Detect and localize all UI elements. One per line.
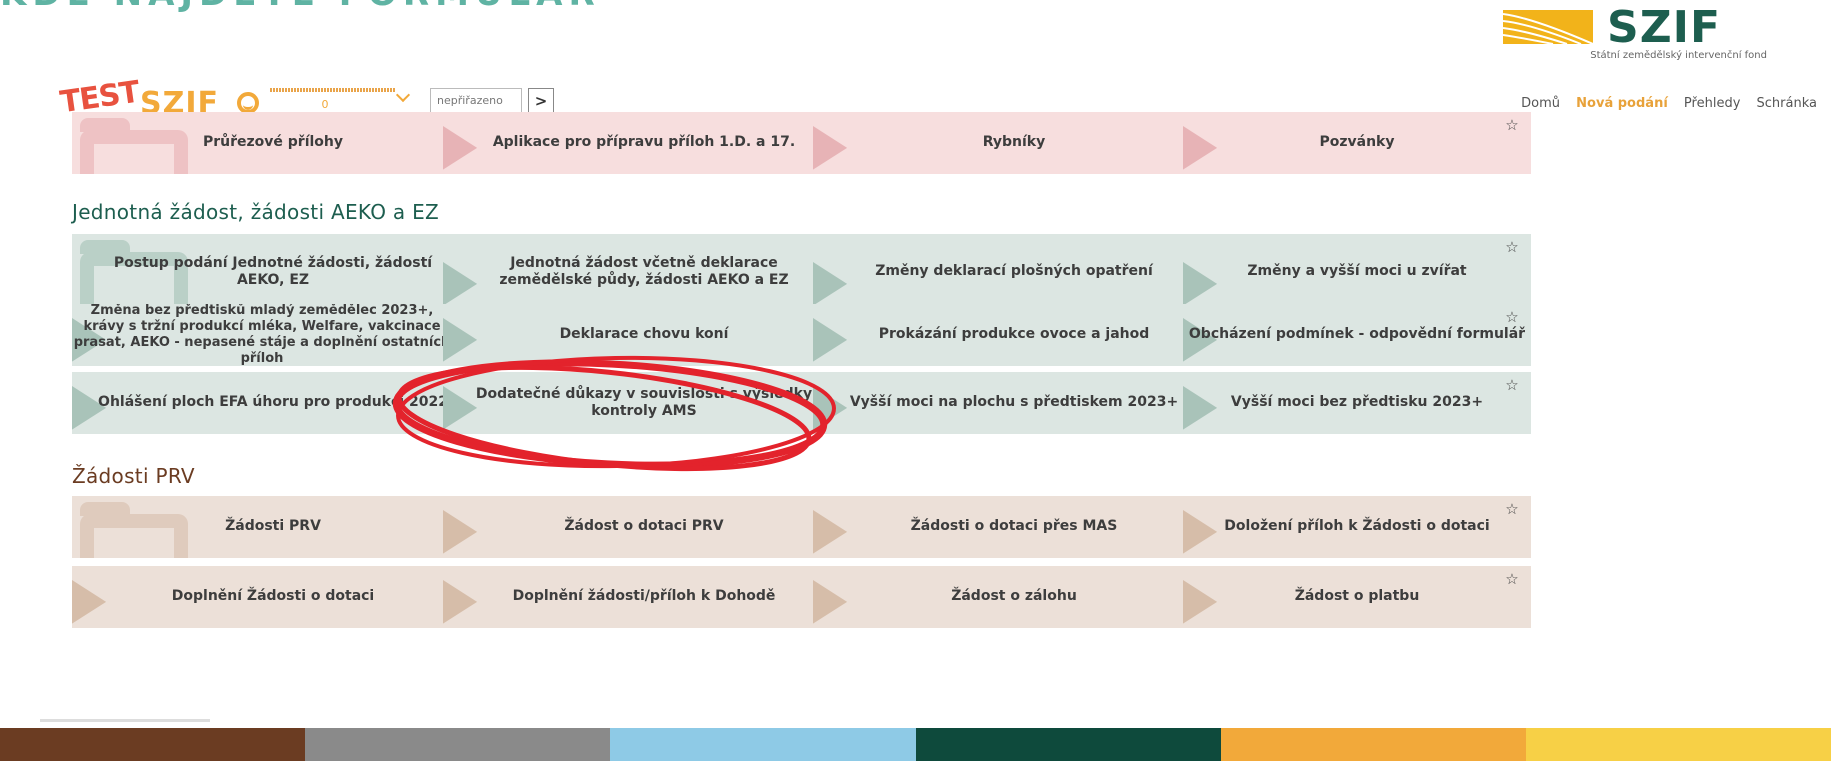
tile[interactable]: Změna bez předtisků mladý zemědělec 2023… xyxy=(72,304,474,366)
tile-highlighted[interactable]: Dodatečné důkazy v souvislosti s výsledk… xyxy=(443,372,845,434)
nav-home[interactable]: Domů xyxy=(1521,96,1560,111)
tile[interactable]: Doložení příloh k Žádosti o dotaci ☆ xyxy=(1183,496,1531,558)
footer-stripe-segment xyxy=(0,728,306,761)
tile-label: Rybníky xyxy=(982,134,1046,151)
tile-label: Pozvánky xyxy=(1319,134,1395,151)
favorite-star-icon[interactable]: ☆ xyxy=(1503,500,1521,518)
user-name-redacted[interactable] xyxy=(270,88,395,92)
tile[interactable]: Změny deklarací plošných opatření ☆ xyxy=(813,234,1215,310)
nav-overviews[interactable]: Přehledy xyxy=(1684,96,1740,111)
tile-label: Prokázání produkce ovoce a jahod xyxy=(878,326,1150,343)
tile[interactable]: Vyšší moci na plochu s předtiskem 2023+ … xyxy=(813,372,1215,434)
tile-label: Vyšší moci bez předtisku 2023+ xyxy=(1230,394,1484,411)
tile-label: Průřezové přílohy xyxy=(202,134,344,151)
section-heading-prv: Žádosti PRV xyxy=(72,464,195,488)
tile[interactable]: Změny a vyšší moci u zvířat ☆ xyxy=(1183,234,1531,310)
tile-label: Žádosti PRV xyxy=(225,518,321,535)
tile-label: Ohlášení ploch EFA úhoru pro produkci 20… xyxy=(98,394,448,411)
logo-subtitle: Státní zemědělský intervenční fond xyxy=(1590,50,1767,61)
tile-label: Jednotná žádost včetně deklarace zeměděl… xyxy=(499,254,789,289)
szif-logo: SZIF Státní zemědělský intervenční fond xyxy=(1503,2,1767,68)
tile-label: Žádost o platbu xyxy=(1294,588,1420,605)
favorite-star-icon[interactable]: ☆ xyxy=(1503,116,1521,134)
tile-label: Dodatečné důkazy v souvislosti s výsledk… xyxy=(475,385,813,420)
chevron-down-icon[interactable] xyxy=(395,87,411,103)
tile-label: Doplnění žádosti/příloh k Dohodě xyxy=(512,588,776,605)
cropped-page-title: KDE NAJDETE FORMULÁŘ xyxy=(0,0,780,14)
tile-label: Doložení příloh k Žádosti o dotaci xyxy=(1224,518,1490,535)
tile[interactable]: Vyšší moci bez předtisku 2023+ ☆ xyxy=(1183,372,1531,434)
tile[interactable]: Žádosti PRV ☆ xyxy=(72,496,474,558)
tile[interactable]: Žádost o zálohu ☆ xyxy=(813,566,1215,628)
tile-label: Žádosti o dotaci přes MAS xyxy=(910,518,1118,535)
tile[interactable]: Postup podání Jednotné žádosti, žádostí … xyxy=(72,234,474,310)
footer-stripe-segment xyxy=(305,728,611,761)
top-navigation: Domů Nová podání Přehledy Schránka xyxy=(1509,96,1817,111)
footer-stripe-segment xyxy=(1220,728,1526,761)
nav-new-submissions[interactable]: Nová podání xyxy=(1576,96,1668,111)
tile[interactable]: Jednotná žádost včetně deklarace zeměděl… xyxy=(443,234,845,310)
tile[interactable]: Obcházení podmínek - odpovědní formulář … xyxy=(1183,304,1531,366)
footer-stripe-segment xyxy=(610,728,916,761)
footer-color-stripe xyxy=(0,728,1831,761)
tile-label: Deklarace chovu koní xyxy=(559,326,729,343)
tile[interactable]: Prokázání produkce ovoce a jahod ☆ xyxy=(813,304,1215,366)
nav-inbox[interactable]: Schránka xyxy=(1757,96,1817,111)
tile[interactable]: Ohlášení ploch EFA úhoru pro produkci 20… xyxy=(72,372,474,434)
tile[interactable]: Žádosti o dotaci přes MAS ☆ xyxy=(813,496,1215,558)
tile[interactable]: Doplnění Žádosti o dotaci ☆ xyxy=(72,566,474,628)
assign-select[interactable]: nepřiřazeno xyxy=(430,88,522,114)
tile-label: Postup podání Jednotné žádosti, žádostí … xyxy=(113,254,433,289)
tile[interactable]: Průřezové přílohy ☆ xyxy=(72,112,474,174)
favorite-star-icon[interactable]: ☆ xyxy=(1503,308,1521,326)
tile-label: Změna bez předtisků mladý zemědělec 2023… xyxy=(73,304,451,366)
tile-label: Žádost o dotaci PRV xyxy=(564,518,724,535)
tile-label: Aplikace pro přípravu příloh 1.D. a 17. xyxy=(492,134,796,151)
favorite-star-icon[interactable]: ☆ xyxy=(1503,376,1521,394)
tile[interactable]: Doplnění žádosti/příloh k Dohodě ☆ xyxy=(443,566,845,628)
tile-label: Obcházení podmínek - odpovědní formulář xyxy=(1188,326,1526,343)
tile-label: Změny deklarací plošných opatření xyxy=(875,263,1153,280)
favorite-star-icon[interactable]: ☆ xyxy=(1503,570,1521,588)
horizontal-scrollbar[interactable] xyxy=(40,719,210,722)
user-avatar-icon[interactable] xyxy=(237,92,259,114)
tile[interactable]: Žádost o dotaci PRV ☆ xyxy=(443,496,845,558)
user-count: 0 xyxy=(321,98,329,111)
tile-label: Doplnění Žádosti o dotaci xyxy=(171,588,375,605)
tile[interactable]: Rybníky ☆ xyxy=(813,112,1215,174)
tile[interactable]: Pozvánky ☆ xyxy=(1183,112,1531,174)
tile-label: Změny a vyšší moci u zvířat xyxy=(1247,263,1467,280)
assign-go-button[interactable]: > xyxy=(528,88,554,114)
section-heading-jz: Jednotná žádost, žádosti AEKO a EZ xyxy=(72,200,440,224)
tile-label: Vyšší moci na plochu s předtiskem 2023+ xyxy=(849,394,1179,411)
tile[interactable]: Deklarace chovu koní ☆ xyxy=(443,304,845,366)
logo-stripes-icon xyxy=(1503,10,1593,44)
favorite-star-icon[interactable]: ☆ xyxy=(1503,238,1521,256)
tile[interactable]: Aplikace pro přípravu příloh 1.D. a 17. … xyxy=(443,112,845,174)
footer-stripe-segment xyxy=(1525,728,1831,761)
tile[interactable]: Žádost o platbu ☆ xyxy=(1183,566,1531,628)
footer-stripe-segment xyxy=(915,728,1221,761)
tile-label: Žádost o zálohu xyxy=(951,588,1077,605)
logo-wordmark: SZIF xyxy=(1607,2,1722,53)
